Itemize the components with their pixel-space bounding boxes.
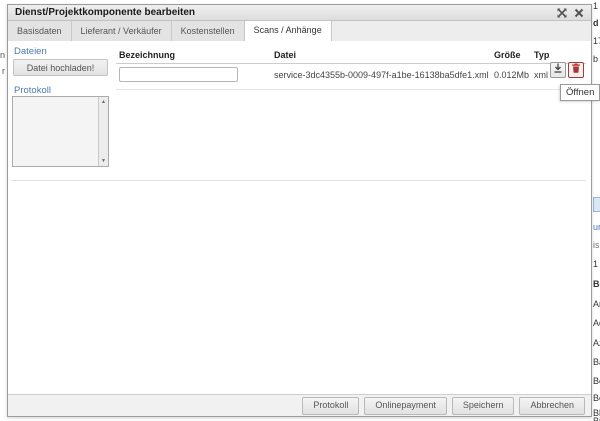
tooltip-oeffnen: Öffnen — [560, 84, 600, 101]
background-text-fragment: 1 — [593, 259, 598, 270]
upload-file-button[interactable]: Datei hochladen! — [13, 59, 108, 76]
close-button[interactable] — [573, 7, 585, 19]
column-header-typ: Typ — [534, 50, 549, 60]
background-text-fragment: An — [593, 299, 600, 310]
protokoll-button[interactable]: Protokoll — [302, 397, 359, 415]
content-divider — [11, 180, 586, 181]
dialog-title-bar[interactable]: Dienst/Projektkomponente bearbeiten — [8, 5, 591, 21]
background-text-fragment: Az — [593, 338, 600, 349]
protokoll-textarea[interactable]: ▲ ▼ — [12, 96, 109, 167]
download-icon — [552, 61, 564, 79]
background-text-fragment: Be — [593, 376, 600, 387]
background-text-fragment: r — [2, 66, 5, 77]
background-text-fragment: n — [0, 50, 5, 61]
section-title-protokoll: Protokoll — [14, 85, 51, 96]
edit-service-dialog: Dienst/Projektkomponente bearbeiten Basi… — [7, 4, 592, 417]
background-text-fragment: ur — [593, 222, 600, 233]
background-text-fragment: Bi — [593, 416, 600, 421]
background-text-fragment: Ba — [593, 357, 600, 368]
table-row-divider — [116, 89, 586, 90]
tab-kostenstellen[interactable]: Kostenstellen — [172, 21, 245, 41]
tab-basisdaten[interactable]: Basisdaten — [8, 21, 72, 41]
tab-bar: Basisdaten Lieferant / Verkäufer Kostens… — [8, 21, 591, 42]
tab-content-scans: Dateien Datei hochladen! Protokoll ▲ ▼ B… — [8, 41, 591, 394]
background-text-fragment: Be — [593, 393, 600, 404]
maximize-icon — [556, 7, 568, 19]
background-text-fragment: is — [593, 240, 600, 251]
close-icon — [573, 7, 585, 19]
bezeichnung-input[interactable] — [119, 67, 238, 82]
tab-lieferant-verkaeufer[interactable]: Lieferant / Verkäufer — [72, 21, 172, 41]
background-text-fragment: Ad — [593, 318, 600, 329]
column-header-datei: Datei — [274, 50, 296, 60]
column-header-bezeichnung: Bezeichnung — [119, 50, 175, 60]
column-header-groesse: Größe — [494, 50, 521, 60]
background-text-fragment — [593, 197, 600, 212]
section-title-dateien: Dateien — [14, 46, 47, 57]
background-text-fragment: 1 — [593, 1, 598, 12]
table-header-divider — [116, 63, 586, 64]
download-file-button[interactable] — [550, 62, 566, 78]
file-size-cell: 0.012Mb — [494, 70, 529, 80]
abbrechen-button[interactable]: Abbrechen — [519, 397, 585, 415]
textarea-scrollbar[interactable]: ▲ ▼ — [98, 97, 108, 166]
speichern-button[interactable]: Speichern — [452, 397, 515, 415]
delete-file-button[interactable] — [568, 62, 584, 78]
file-type-cell: xml — [534, 70, 548, 80]
background-text-fragment: b — [593, 54, 598, 65]
dialog-title: Dienst/Projektkomponente bearbeiten — [8, 5, 591, 20]
background-text-fragment: d — [593, 18, 599, 29]
scroll-down-icon: ▼ — [101, 158, 106, 164]
background-text-fragment: Be — [593, 279, 600, 290]
dialog-footer: Protokoll Onlinepayment Speichern Abbrec… — [8, 394, 591, 416]
maximize-button[interactable] — [556, 7, 568, 19]
tab-scans-anhaenge[interactable]: Scans / Anhänge — [245, 21, 332, 42]
onlinepayment-button[interactable]: Onlinepayment — [364, 397, 447, 415]
file-name-cell: service-3dc4355b-0009-497f-a1be-16138ba5… — [274, 70, 489, 80]
scroll-up-icon: ▲ — [101, 99, 106, 105]
background-text-fragment: 17 — [593, 36, 600, 47]
trash-icon — [570, 61, 582, 79]
